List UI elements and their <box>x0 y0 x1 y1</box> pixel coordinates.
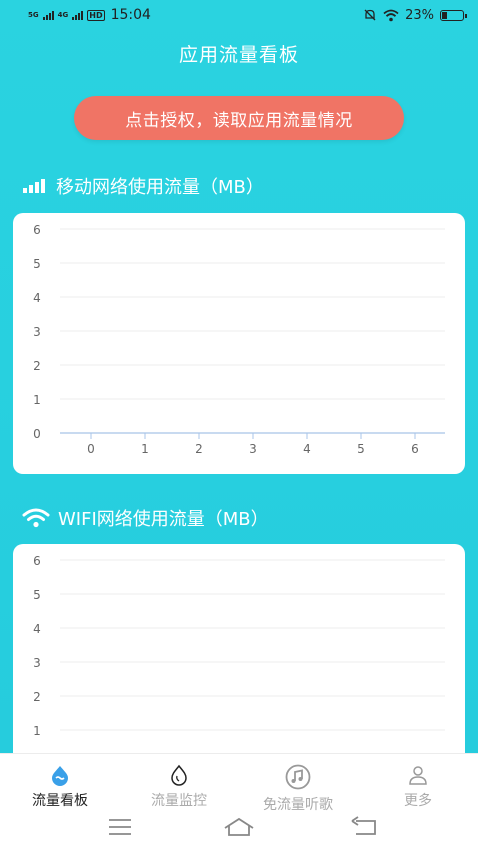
page-title: 应用流量看板 <box>178 44 299 66</box>
y-tick-label: 2 <box>33 359 41 373</box>
dashboard-icon <box>52 766 68 786</box>
signal-icon-2 <box>72 10 84 20</box>
status-bar: 5G 4G HD 15:04 23% <box>0 0 478 30</box>
wifi-usage-chart: 1 2 3 4 5 6 <box>33 554 445 738</box>
music-note-icon <box>285 764 311 790</box>
tab-free-music[interactable]: 免流量听歌 <box>248 764 348 814</box>
water-drop-icon <box>171 764 187 786</box>
network-4g-label: 4G <box>57 10 69 19</box>
hd-badge: HD <box>87 9 105 21</box>
signal-bars-icon <box>23 179 45 193</box>
signal-icon <box>42 10 54 20</box>
y-tick-label: 0 <box>33 427 41 441</box>
status-left: 5G 4G HD 15:04 <box>28 7 151 23</box>
y-tick-label: 5 <box>33 257 41 271</box>
y-tick-label: 3 <box>33 656 41 670</box>
y-tick-label: 6 <box>33 554 41 568</box>
status-time: 15:04 <box>110 7 151 23</box>
y-tick-label: 6 <box>33 223 41 237</box>
wifi-icon <box>22 508 50 528</box>
menu-icon[interactable] <box>109 819 131 835</box>
mobile-chart-card: 0 1 2 3 4 5 6 0 1 2 3 4 5 6 <box>13 213 465 474</box>
y-tick-label: 5 <box>33 588 41 602</box>
y-tick-label: 1 <box>33 393 41 407</box>
x-tick-label: 6 <box>411 442 419 456</box>
home-icon[interactable] <box>224 817 254 836</box>
network-5g-label: 5G <box>28 10 39 19</box>
authorize-button[interactable]: 点击授权，读取应用流量情况 <box>74 96 404 140</box>
wifi-chart-card: 1 2 3 4 5 6 <box>13 544 465 774</box>
wifi-section-label: WIFI网络使用流量（MB） <box>58 509 269 530</box>
system-nav-bar <box>109 816 376 836</box>
mobile-section-title: 移动网络使用流量（MB） <box>22 173 264 199</box>
mobile-usage-chart: 0 1 2 3 4 5 6 0 1 2 3 4 5 6 <box>33 223 445 456</box>
x-tick-label: 0 <box>87 442 95 456</box>
y-tick-label: 1 <box>33 724 41 738</box>
status-right: 23% <box>363 7 467 23</box>
y-tick-label: 4 <box>33 622 41 636</box>
tab-dashboard[interactable]: 流量看板 <box>10 764 110 810</box>
tab-label: 流量监控 <box>151 793 207 809</box>
x-tick-label: 1 <box>141 442 149 456</box>
y-tick-label: 4 <box>33 291 41 305</box>
battery-percent: 23% <box>405 7 434 23</box>
mobile-section-label: 移动网络使用流量（MB） <box>56 177 264 198</box>
wifi-icon <box>383 9 399 21</box>
x-tick-label: 5 <box>357 442 365 456</box>
battery-icon <box>440 9 467 21</box>
y-tick-label: 2 <box>33 690 41 704</box>
tab-label: 更多 <box>404 793 432 809</box>
tab-monitor[interactable]: 流量监控 <box>129 764 229 810</box>
x-tick-label: 4 <box>303 442 311 456</box>
mute-icon <box>364 9 376 21</box>
wifi-section-title: WIFI网络使用流量（MB） <box>22 505 269 531</box>
user-icon <box>409 766 427 785</box>
x-tick-label: 3 <box>249 442 257 456</box>
back-icon[interactable] <box>351 816 376 835</box>
x-tick-label: 2 <box>195 442 203 456</box>
y-tick-label: 3 <box>33 325 41 339</box>
tab-more[interactable]: 更多 <box>368 764 468 810</box>
tab-label: 流量看板 <box>32 793 88 809</box>
